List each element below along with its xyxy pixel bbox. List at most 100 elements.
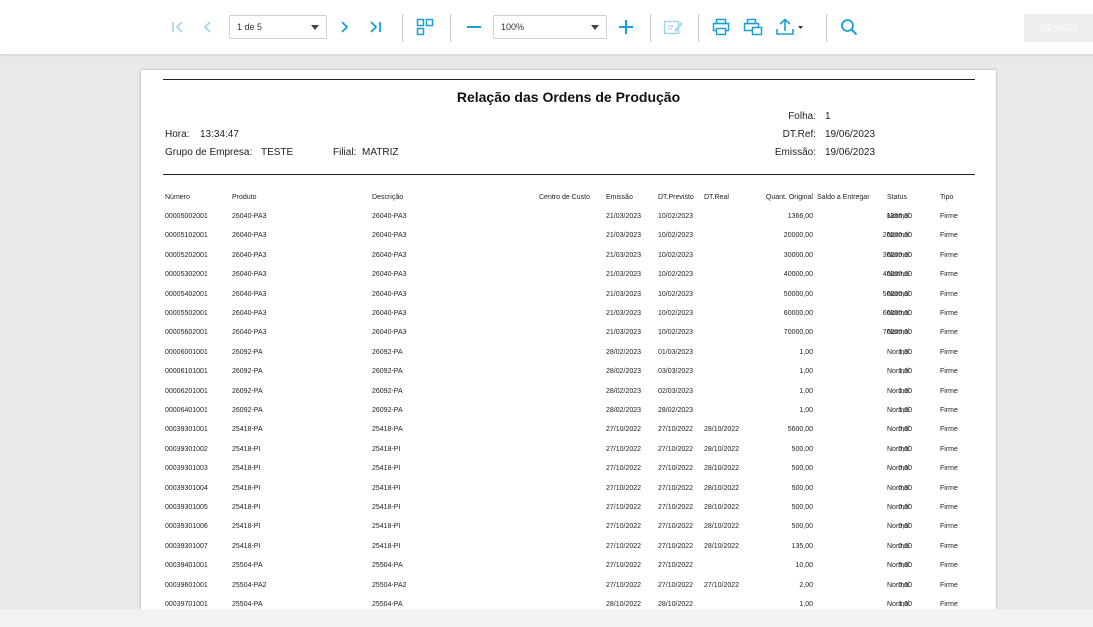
cell-status: Normal [887, 310, 910, 317]
cell-quant-original: 500,00 [791, 445, 813, 453]
cell-emissao: 27/10/2022 [606, 465, 642, 473]
cell-numero: 00006001001 [165, 348, 208, 356]
export-icon [776, 18, 803, 35]
cell-emissao: 21/03/2023 [606, 329, 642, 337]
folha-value: 1 [825, 111, 831, 122]
cell-emissao: 27/10/2022 [606, 426, 642, 434]
cell-produto: 25418-PI [232, 542, 261, 550]
zoom-in-button[interactable] [616, 14, 636, 40]
report-viewer[interactable]: Relação das Ordens de Produção Folha: 1 … [0, 54, 1093, 609]
cell-numero: 00039301005 [165, 504, 208, 511]
cell-quant-original: 1,00 [799, 368, 813, 376]
cell-descricao: 25418-PI [372, 484, 401, 492]
print-preview-button[interactable] [741, 14, 765, 40]
cell-dt-previsto: 27/10/2022 [658, 581, 694, 589]
grupo-label: Grupo de Empresa: [165, 147, 253, 158]
cell-status: Normal [887, 542, 910, 550]
cell-dt-real: 28/10/2022 [704, 504, 740, 511]
cell-emissao: 28/02/2023 [606, 387, 642, 395]
cell-emissao: 21/03/2023 [606, 271, 642, 279]
cell-emissao: 21/03/2023 [606, 290, 642, 298]
cell-numero: 00005602001 [165, 329, 208, 337]
cell-status: Normal [887, 601, 910, 608]
cell-emissao: 28/02/2023 [606, 348, 642, 356]
emissao-label: Emissão: [774, 147, 816, 158]
design-button[interactable]: DESIGN [1024, 14, 1093, 42]
zoom-out-button[interactable] [464, 14, 484, 40]
cell-tipo: Firme [940, 407, 958, 414]
cell-dt-real: 28/10/2022 [704, 484, 740, 492]
cell-emissao: 28/02/2023 [606, 368, 642, 376]
cell-produto: 25418-PA [232, 426, 263, 434]
cell-produto: 26040-PA3 [232, 251, 267, 259]
search-button[interactable] [838, 14, 860, 40]
cell-status: Normal [887, 465, 910, 473]
cell-produto: 26092-PA [232, 348, 263, 356]
cell-tipo: Firme [940, 465, 958, 473]
cell-quant-original: 70000,00 [783, 329, 813, 337]
cell-quant-original: 500,00 [791, 523, 813, 531]
cell-tipo: Firme [940, 271, 958, 279]
dtref-label: DT.Ref: [782, 129, 816, 140]
cell-emissao: 21/03/2023 [606, 232, 642, 240]
cell-tipo: Firme [940, 232, 958, 240]
cell-descricao: 25418-PI [372, 542, 401, 550]
cell-descricao: 26092-PA [372, 368, 403, 376]
print-icon [712, 18, 730, 36]
cell-descricao: 25418-PI [372, 465, 401, 473]
zoom-select[interactable]: 100% [493, 15, 607, 39]
cell-quant-original: 500,00 [791, 484, 813, 492]
cell-dt-previsto: 28/10/2022 [658, 601, 694, 608]
cell-emissao: 27/10/2022 [606, 504, 642, 511]
cell-numero: 00039601001 [165, 581, 208, 589]
cell-descricao: 26092-PA [372, 407, 403, 414]
toolbar-divider [698, 14, 699, 42]
cell-status: Normal [887, 271, 910, 279]
export-button[interactable] [772, 14, 808, 40]
cell-emissao: 21/03/2023 [606, 251, 642, 259]
cell-emissao: 27/10/2022 [606, 562, 642, 570]
cell-status: Normal [887, 445, 910, 453]
cell-numero: 00039301006 [165, 523, 208, 531]
page-select[interactable]: 1 de 5 [229, 15, 327, 39]
cell-numero: 00039701001 [165, 601, 208, 608]
cell-dt-real: 28/10/2022 [704, 523, 740, 531]
prev-page-button[interactable] [198, 14, 218, 40]
last-page-button[interactable] [364, 14, 386, 40]
cell-descricao: 25504-PA [372, 601, 403, 608]
cell-emissao: 28/02/2023 [606, 407, 642, 414]
print-preview-icon [743, 18, 763, 36]
cell-dt-previsto: 10/02/2023 [658, 251, 694, 259]
cell-produto: 25504-PA [232, 562, 263, 570]
cell-produto: 26092-PA [232, 368, 263, 376]
print-button[interactable] [710, 14, 732, 40]
column-header-quant-original: Quant. Original [765, 194, 813, 201]
cell-emissao: 27/10/2022 [606, 581, 642, 589]
column-header-numero: Número [165, 194, 190, 201]
cell-status: Normal [887, 213, 910, 220]
cell-quant-original: 500,00 [791, 465, 813, 473]
cell-descricao: 26040-PA3 [372, 213, 407, 220]
last-page-icon [370, 21, 381, 33]
cell-produto: 25418-PI [232, 465, 261, 473]
thumbnails-button[interactable] [413, 14, 437, 40]
cell-dt-previsto: 27/10/2022 [658, 426, 694, 434]
cell-numero: 00005302001 [165, 271, 208, 279]
cell-status: Normal [887, 348, 910, 356]
cell-quant-original: 60000,00 [783, 310, 813, 317]
first-page-button[interactable] [168, 14, 188, 40]
cell-dt-previsto: 27/10/2022 [658, 562, 694, 570]
edit-button[interactable] [661, 14, 685, 40]
cell-descricao: 26040-PA3 [372, 290, 407, 298]
dtref-value: 19/06/2023 [825, 129, 876, 140]
cell-numero: 00006201001 [165, 387, 208, 395]
column-header-produto: Produto [232, 194, 257, 201]
cell-dt-previsto: 10/02/2023 [658, 310, 694, 317]
cell-quant-original: 10,00 [795, 562, 813, 570]
cell-produto: 26040-PA3 [232, 310, 267, 317]
next-page-button[interactable] [334, 14, 354, 40]
cell-produto: 25418-PI [232, 504, 261, 511]
cell-quant-original: 1366,00 [787, 213, 813, 220]
folha-label: Folha: [788, 111, 816, 122]
cell-status: Normal [887, 581, 910, 589]
